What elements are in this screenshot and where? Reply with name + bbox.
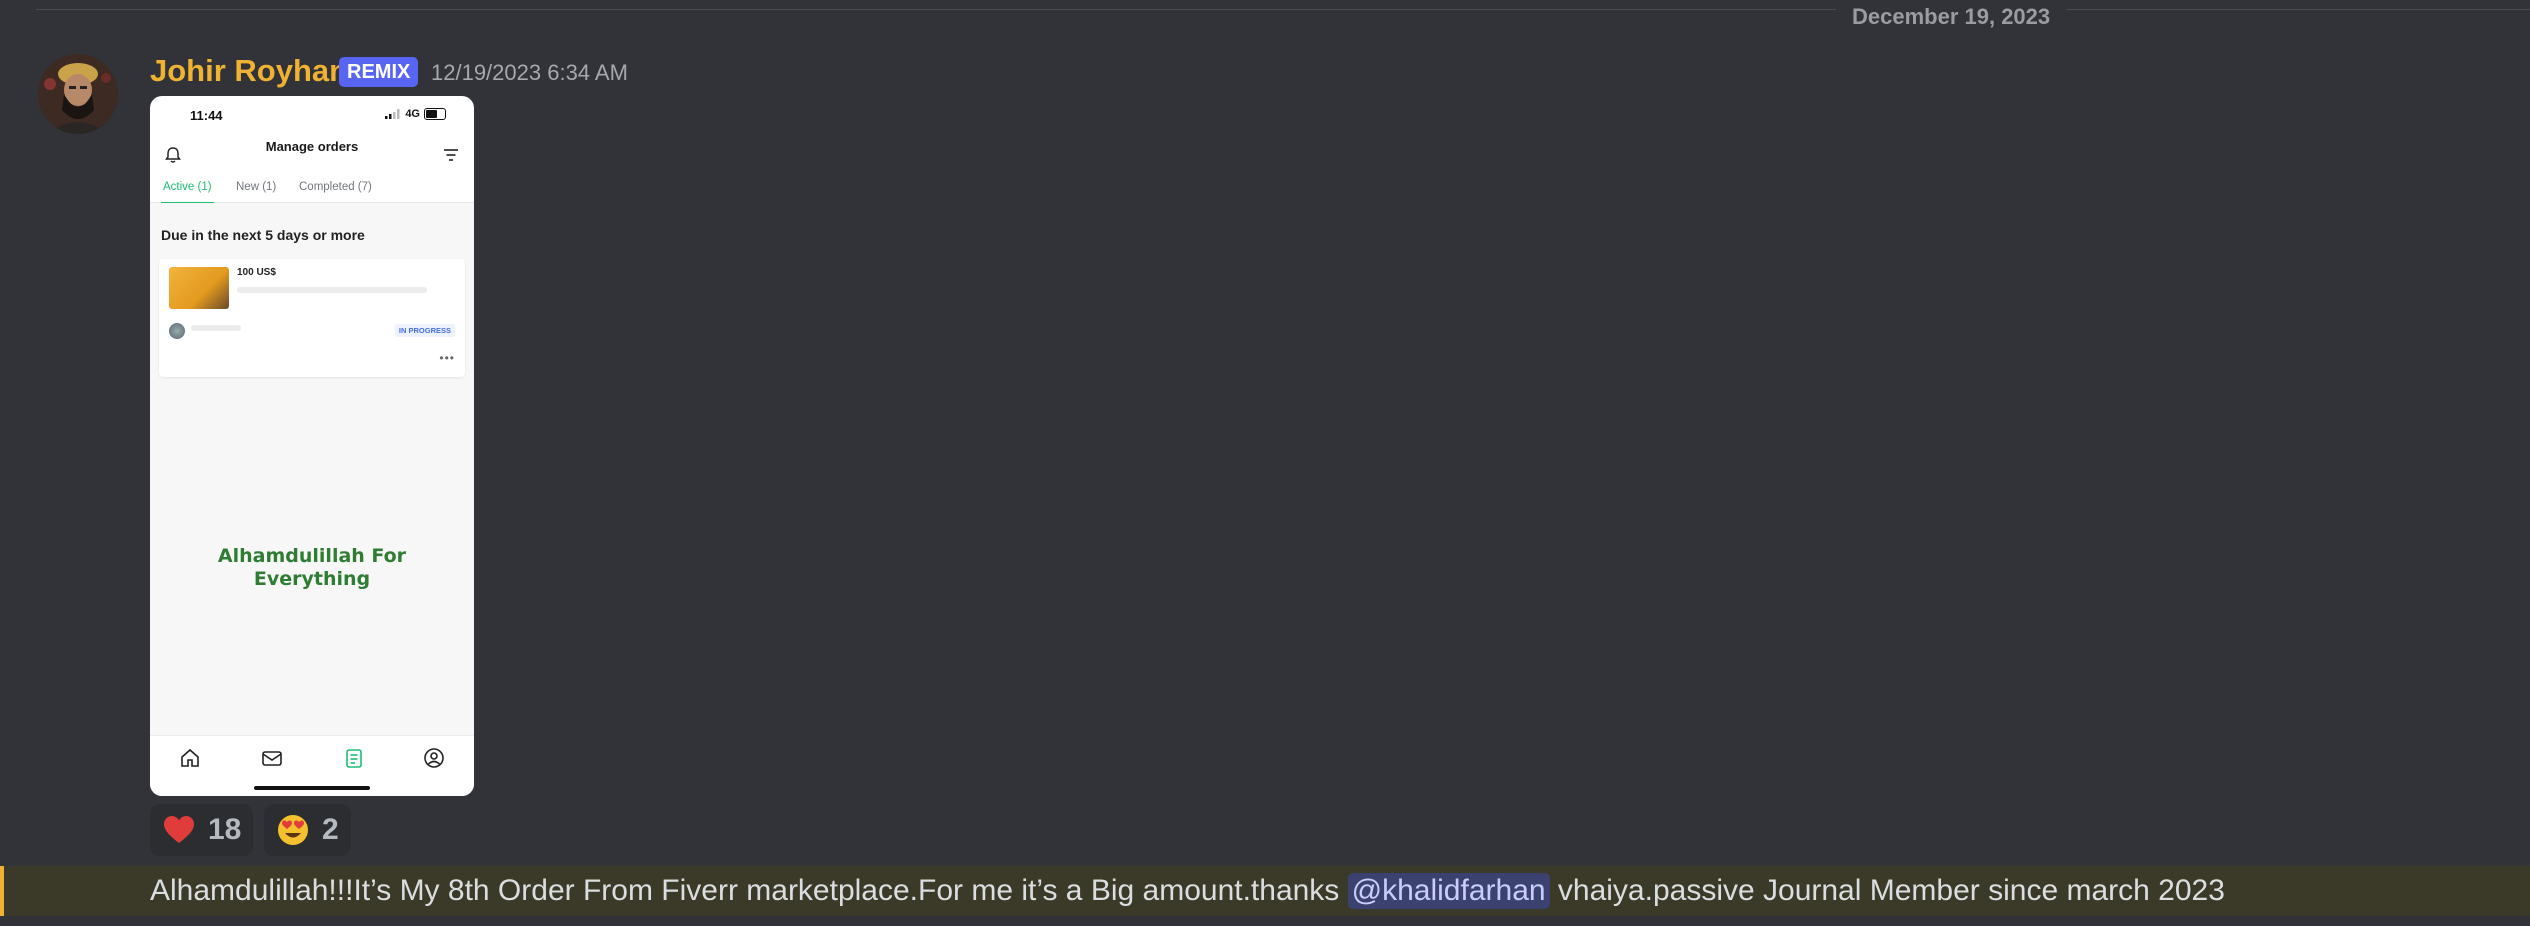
status-indicators: 4G — [385, 108, 446, 120]
message-content-row: Alhamdulillah!!!It’s My 8th Order From F… — [0, 866, 2530, 916]
order-tabs: Active (1) New (1) Completed (7) — [150, 172, 474, 204]
buyer-avatar — [169, 323, 185, 339]
more-options-icon: ••• — [439, 351, 455, 365]
screen-title: Manage orders — [265, 139, 359, 154]
message-text: Alhamdulillah!!!It’s My 8th Order From F… — [150, 873, 2225, 909]
orders-list: Due in the next 5 days or more 100 US$ I… — [150, 203, 474, 736]
orders-icon — [346, 749, 362, 768]
battery-icon — [424, 108, 446, 120]
heart-eyes-emoji-icon — [278, 815, 308, 845]
message-text-after: vhaiya.passive Journal Member since marc… — [1549, 874, 2225, 907]
message-timestamp[interactable]: 12/19/2023 6:34 AM — [431, 59, 628, 87]
avatar[interactable] — [38, 54, 118, 134]
signal-icon — [385, 109, 400, 119]
blurred-gig-title — [237, 287, 427, 293]
reaction-heart-eyes[interactable]: 2 — [264, 804, 351, 856]
overlay-quote-line-2: Everything — [253, 568, 371, 590]
home-indicator — [254, 786, 370, 790]
username[interactable]: Johir Royhan — [150, 52, 348, 90]
reaction-count: 18 — [208, 813, 242, 846]
date-divider: December 19, 2023 — [36, 4, 2530, 30]
home-icon — [181, 748, 199, 767]
avatar-photo-icon — [38, 54, 118, 134]
chat-view: December 19, 2023 Johir Royhan REMIX 12/… — [0, 0, 2530, 926]
status-badge: IN PROGRESS — [394, 324, 455, 337]
user-mention[interactable]: @khalidfarhan — [1347, 873, 1550, 909]
gig-thumbnail — [169, 267, 229, 309]
overlay-quote-line-1: Alhamdulillah For — [217, 545, 407, 567]
blurred-buyer-name — [191, 325, 241, 331]
order-card: 100 US$ IN PROGRESS ••• — [159, 259, 465, 377]
status-time: 11:44 — [190, 108, 223, 123]
reaction-heart[interactable]: 18 — [150, 804, 254, 856]
tab-completed: Completed (7) — [299, 181, 372, 193]
overlay-quote: Alhamdulillah For Everything — [150, 545, 474, 591]
image-attachment[interactable]: 11:44 4G Manage orders Active (1) New (1… — [150, 96, 474, 796]
heart-emoji-icon — [164, 816, 194, 843]
date-divider-label: December 19, 2023 — [1836, 4, 2067, 30]
inbox-icon — [262, 751, 282, 766]
reaction-count: 2 — [322, 813, 339, 846]
message-text-before: Alhamdulillah!!!It’s My 8th Order From F… — [150, 874, 1348, 907]
network-type: 4G — [405, 108, 420, 120]
order-price: 100 US$ — [237, 267, 276, 278]
phone-bottom-nav — [150, 735, 474, 796]
phone-status-bar: 11:44 4G — [150, 96, 474, 136]
role-tag[interactable]: REMIX — [339, 57, 419, 87]
due-heading: Due in the next 5 days or more — [161, 227, 365, 243]
profile-icon — [424, 748, 444, 768]
tab-active: Active (1) — [161, 172, 214, 204]
tab-new: New (1) — [236, 181, 277, 193]
